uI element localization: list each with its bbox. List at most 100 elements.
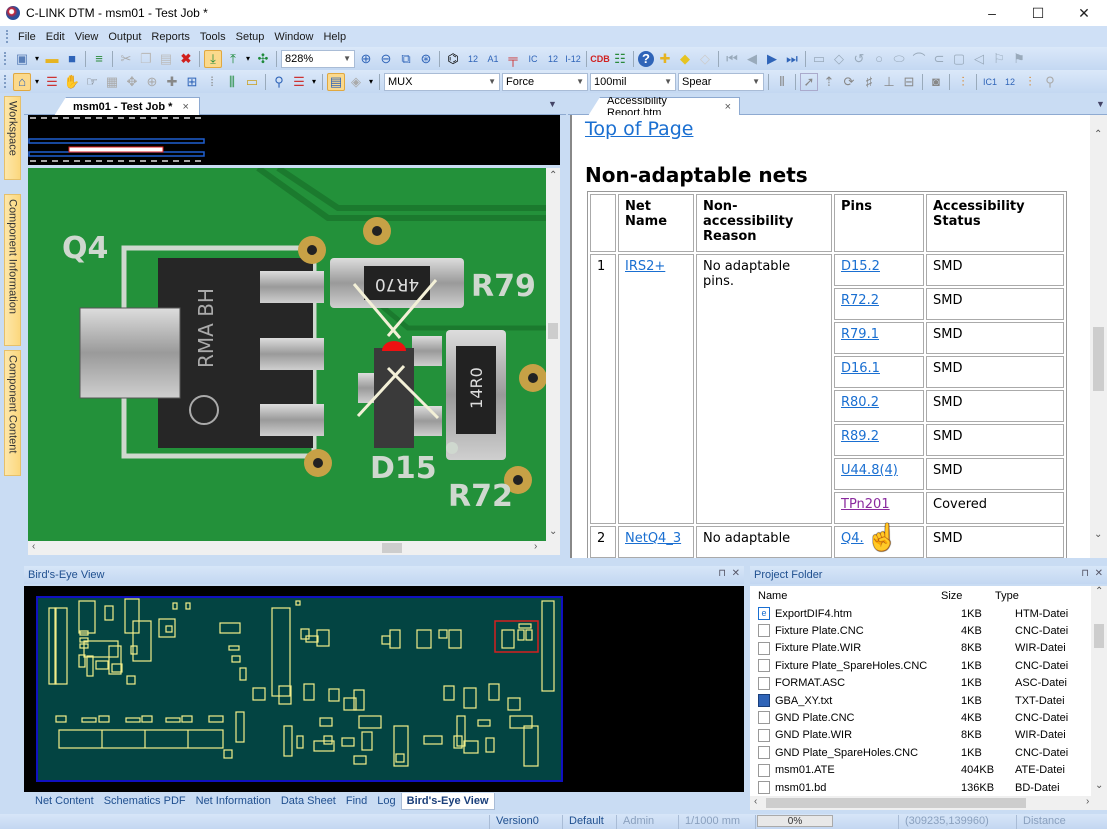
column-header-name[interactable]: Name xyxy=(750,590,941,602)
scroll-down-icon[interactable]: ⌄ xyxy=(549,526,557,537)
maximize-button[interactable]: ☐ xyxy=(1015,0,1061,26)
tab-find[interactable]: Find xyxy=(341,793,372,810)
pcb-horizontal-scrollbar[interactable]: ‹ › xyxy=(28,541,560,555)
dropdown-arrow-icon[interactable]: ▾ xyxy=(244,50,252,68)
tab-list-dropdown-icon[interactable]: ▼ xyxy=(1096,99,1105,109)
probe-type-combo[interactable]: Spear ▼ xyxy=(678,72,764,91)
probe-ic-icon[interactable]: IC xyxy=(524,50,542,68)
highlight-net-icon[interactable]: ▤ xyxy=(327,72,345,91)
pin-link[interactable]: R89.2 xyxy=(841,429,879,444)
menu-help[interactable]: Help xyxy=(318,31,351,43)
pcb-photo-view[interactable]: Q4 RMA BH 4R70 R79 14R0 D15 R72 xyxy=(28,168,546,541)
scroll-right-icon[interactable]: › xyxy=(1086,796,1089,807)
connector-icon[interactable]: ⫼ xyxy=(223,73,241,91)
board-overview-strip[interactable] xyxy=(28,115,560,165)
file-row[interactable]: Fixture Plate.CNC 4KB CNC-Datei xyxy=(750,622,1090,639)
scroll-down-icon[interactable]: ⌄ xyxy=(1095,780,1103,791)
next-icon[interactable]: ▶ xyxy=(763,50,781,68)
add-note-icon[interactable]: ✚ xyxy=(656,50,674,68)
place-both-icon[interactable]: ✣ xyxy=(254,50,272,68)
file-row[interactable]: GBA_XY.txt 1KB TXT-Datei xyxy=(750,692,1090,709)
tab-data-sheet[interactable]: Data Sheet xyxy=(276,793,341,810)
pcb-vertical-scrollbar[interactable]: ⌃ ⌄ xyxy=(546,168,560,541)
cut-icon[interactable]: ✂ xyxy=(117,50,135,68)
scroll-thumb[interactable] xyxy=(766,798,1026,808)
note-remove-icon[interactable]: ◇ xyxy=(696,50,714,68)
pin-link[interactable]: D15.2 xyxy=(841,259,880,274)
place-bottom-icon[interactable]: ⤓ xyxy=(204,49,222,68)
zoom-combo[interactable]: 828% ▼ xyxy=(281,49,355,68)
menu-window[interactable]: Window xyxy=(269,31,318,43)
previous-icon[interactable]: ◀ xyxy=(743,50,761,68)
last-icon[interactable]: ⏭ xyxy=(783,50,801,68)
close-button[interactable]: ✕ xyxy=(1061,0,1107,26)
scroll-up-icon[interactable]: ⌃ xyxy=(1095,586,1103,597)
netlist-icon[interactable]: ☷ xyxy=(611,50,629,68)
pin-panel-icon[interactable]: ⊓ xyxy=(718,568,726,579)
tab-birds-eye-view[interactable]: Bird's-Eye View xyxy=(400,792,495,810)
cdb-icon[interactable]: CDB xyxy=(590,50,610,68)
layers-icon[interactable]: ☰ xyxy=(43,73,61,91)
scroll-right-icon[interactable]: › xyxy=(534,541,537,552)
file-row[interactable]: msm01.bd 136KB BD-Datei xyxy=(750,779,1090,796)
add-probe-icon[interactable]: ⇡ xyxy=(820,73,838,91)
dropdown-arrow-icon[interactable]: ▾ xyxy=(310,73,318,91)
pin-link[interactable]: Q4. xyxy=(841,531,864,546)
pin-grid-icon[interactable]: ⁞ xyxy=(203,73,221,91)
menu-view[interactable]: View xyxy=(70,31,104,43)
layer-list-icon[interactable]: ☰ xyxy=(290,73,308,91)
pin-link[interactable]: D16.1 xyxy=(841,361,880,376)
help-icon[interactable]: ? xyxy=(638,50,654,67)
file-row[interactable]: Fixture Plate.WIR 8KB WIR-Datei xyxy=(750,640,1090,657)
close-tab-icon[interactable]: × xyxy=(182,101,188,113)
tab-log[interactable]: Log xyxy=(372,793,400,810)
close-tab-icon[interactable]: × xyxy=(725,101,731,113)
save-icon[interactable]: ■ xyxy=(63,50,81,68)
zoom-out-icon[interactable]: ⊖ xyxy=(377,50,395,68)
menu-tools[interactable]: Tools xyxy=(195,31,231,43)
tab-list-dropdown-icon[interactable]: ▼ xyxy=(548,99,557,109)
close-panel-icon[interactable]: ✕ xyxy=(1095,568,1103,579)
open-folder-icon[interactable]: ▬ xyxy=(43,50,61,68)
grid-combo[interactable]: 100mil ▼ xyxy=(590,72,676,91)
draw-diamond-icon[interactable]: ◇ xyxy=(830,50,848,68)
scroll-thumb[interactable] xyxy=(382,543,402,553)
tree-icon[interactable]: ⊟ xyxy=(900,73,918,91)
paste-icon[interactable]: ▤ xyxy=(157,50,175,68)
note-icon[interactable]: ◆ xyxy=(676,50,694,68)
draw-flag-icon[interactable]: ⚐ xyxy=(990,50,1008,68)
chip-3d-icon[interactable]: ◈ xyxy=(347,73,365,91)
draw-flag2-icon[interactable]: ⚑ xyxy=(1010,50,1028,68)
probe-red-icon[interactable]: ╤ xyxy=(504,50,522,68)
file-list-horizontal-scrollbar[interactable]: ‹ › xyxy=(750,796,1107,810)
tab-accessibility-report[interactable]: Accessibility Report.htm × xyxy=(588,97,740,116)
file-row[interactable]: GND Plate.CNC 4KB CNC-Datei xyxy=(750,709,1090,726)
probe-pair-icon[interactable]: ⫴ xyxy=(773,73,791,91)
pin-link-visited[interactable]: TPn201 xyxy=(841,497,890,512)
stack-icon[interactable]: ⊥ xyxy=(880,73,898,91)
file-row[interactable]: Fixture Plate_SpareHoles.CNC 1KB CNC-Datei xyxy=(750,657,1090,674)
pin-map-icon[interactable]: ⊞ xyxy=(183,73,201,91)
force-combo[interactable]: Force ▼ xyxy=(502,72,588,91)
draw-curve-icon[interactable]: ⌒ xyxy=(910,50,928,68)
menu-setup[interactable]: Setup xyxy=(231,31,270,43)
move-gray-icon[interactable]: ✥ xyxy=(123,73,141,91)
home-view-icon[interactable]: ⌂ xyxy=(13,72,31,91)
probe-gray-icon[interactable]: ⚲ xyxy=(1041,73,1059,91)
file-row[interactable]: FORMAT.ASC 1KB ASC-Datei xyxy=(750,675,1090,692)
zoom-fit-icon[interactable]: ⊛ xyxy=(417,50,435,68)
find-binoculars-icon[interactable]: ⌬ xyxy=(444,50,462,68)
file-row[interactable]: GND Plate_SpareHoles.CNC 1KB CNC-Datei xyxy=(750,744,1090,761)
draw-arc-icon[interactable]: ↺ xyxy=(850,50,868,68)
menu-output[interactable]: Output xyxy=(103,31,146,43)
dropdown-arrow-icon[interactable]: ▾ xyxy=(33,73,41,91)
scroll-thumb[interactable] xyxy=(548,323,558,339)
probe-i12-icon[interactable]: I-12 xyxy=(564,50,582,68)
copy-icon[interactable]: ❐ xyxy=(137,50,155,68)
pin-number-icon[interactable]: 12 xyxy=(464,50,482,68)
draw-ellipse-icon[interactable]: ⬭ xyxy=(890,50,908,68)
pan-hand-icon[interactable]: ✋ xyxy=(63,73,81,91)
scroll-left-icon[interactable]: ‹ xyxy=(754,796,757,807)
tab-test-job[interactable]: msm01 - Test Job * × xyxy=(54,97,200,116)
column-header-type[interactable]: Type xyxy=(995,590,1019,602)
